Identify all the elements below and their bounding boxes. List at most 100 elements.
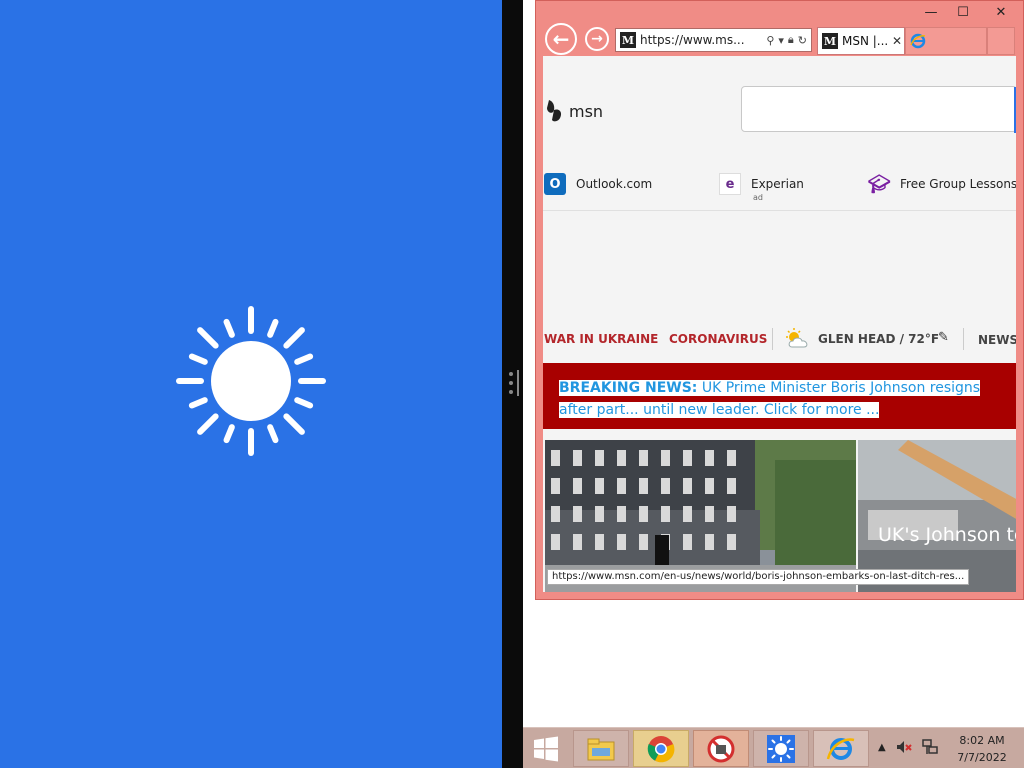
weather-app-icon [767,734,795,763]
sun-icon [176,306,326,456]
minimize-button[interactable]: — [915,1,947,23]
address-url[interactable]: https://www.ms... [640,33,766,47]
taskbar-weather-app[interactable] [753,730,809,767]
topic-weather[interactable]: GLEN HEAD / 72°F [818,332,939,346]
taskbar: ▲ 8:02 AM 7/7/2022 [523,727,1024,768]
search-button[interactable] [1014,87,1016,133]
new-tab-button[interactable] [905,27,987,55]
building-window [661,450,670,466]
msn-logo-text: msn [569,101,604,121]
clock-date: 7/7/2022 [957,751,1007,764]
topic-coronavirus[interactable]: CORONAVIRUS [669,332,767,346]
clock-time: 8:02 AM [959,734,1005,747]
web-page[interactable]: msn O Outlook.com e Experian ad 🎓︎ Free … [543,56,1016,592]
search-input[interactable] [741,86,1016,133]
taskbar-file-explorer[interactable] [573,730,629,767]
experian-icon: e [719,173,741,195]
sun-ray [294,397,314,409]
close-button[interactable]: ✕ [979,1,1023,23]
building-window [551,506,560,522]
building-window [705,450,714,466]
tab-label: MSN |... [842,34,889,48]
snap-divider[interactable] [502,0,523,768]
sun-ray [197,413,219,435]
divider [772,328,773,350]
breaking-news-banner[interactable]: BREAKING NEWS: UK Prime Minister Boris J… [543,363,1016,429]
sun-ray [283,413,305,435]
building-window [639,506,648,522]
topic-news[interactable]: NEWS [978,333,1016,347]
topics-bar: WAR IN UKRAINE CORONAVIRUS GLEN HEAD / 7… [543,326,1016,354]
building-window [595,506,604,522]
dropdown-icon[interactable]: ▾ [778,34,784,47]
maximize-button[interactable]: ☐ [947,1,979,23]
building-window [639,534,648,550]
building-window [617,534,626,550]
refresh-icon[interactable]: ↻ [798,34,807,47]
quicklink-experian[interactable]: e Experian [719,173,804,195]
outlook-icon: O [544,173,566,195]
file-explorer-icon [587,738,615,760]
tab-strip-space [987,27,1015,55]
back-button[interactable]: ← [545,23,577,55]
building-window [551,478,560,494]
grip-dot [509,390,513,394]
breaking-news-text[interactable]: BREAKING NEWS: UK Prime Minister Boris J… [559,380,981,418]
msn-header: msn [543,56,1016,166]
building-window [617,450,626,466]
quicklink-outlook[interactable]: O Outlook.com [544,173,652,195]
building-window [705,478,714,494]
quicklink-free-group-lessons[interactable]: 🎓︎ Free Group Lessons [868,173,1016,195]
ie-icon [910,33,926,49]
lock-icon[interactable]: 🔒︎ [788,33,794,47]
internet-explorer-icon [826,737,855,760]
building-window [639,450,648,466]
tab-msn[interactable]: M MSN |... ✕ [817,27,905,55]
sun-ray [294,353,314,365]
grip-dot [509,372,513,376]
building-window [573,450,582,466]
building-window [727,478,736,494]
building-window [617,478,626,494]
pencil-icon[interactable]: ✎ [938,330,949,345]
ad-badge: ad [753,193,763,202]
show-hidden-icons-icon[interactable]: ▲ [878,742,886,753]
address-bar[interactable]: M https://www.ms... ⚲ ▾ 🔒︎ ↻ [615,28,812,52]
building-window [661,478,670,494]
quicklinks-bar: O Outlook.com e Experian ad 🎓︎ Free Grou… [543,171,1016,211]
divider [963,328,964,350]
volume-muted-icon[interactable] [895,738,913,756]
window-controls: — ☐ ✕ [915,1,1023,23]
topic-war-in-ukraine[interactable]: WAR IN UKRAINE [544,332,658,346]
building-window [573,506,582,522]
building-window [595,534,604,550]
quicklink-label: Outlook.com [576,177,653,191]
building-window [727,450,736,466]
sun-ray [223,318,235,338]
building-window [683,478,692,494]
building-window [683,534,692,550]
msn-favicon-icon: M [822,33,838,49]
taskbar-internet-explorer[interactable] [813,730,869,767]
sun-ray [197,327,219,349]
weather-app-pane[interactable] [0,0,502,768]
back-arrow-icon: ← [552,27,570,51]
building-window [617,506,626,522]
msn-favicon-icon: M [620,32,636,48]
tab-close-icon[interactable]: ✕ [890,34,904,48]
screen: — ☐ ✕ ← → M https://www.ms... ⚲ ▾ 🔒︎ ↻ M… [0,0,1024,768]
building-window [595,450,604,466]
windows-start-icon[interactable] [533,736,559,762]
sun-ray [267,318,279,338]
grip-line [517,370,519,396]
sun-ray [188,353,208,365]
building-window [573,534,582,550]
taskbar-chrome[interactable] [633,730,689,767]
msn-logo[interactable]: msn [545,98,603,124]
search-icon[interactable]: ⚲ [766,34,774,47]
forward-button[interactable]: → [585,27,609,51]
network-icon[interactable] [921,738,939,756]
browser-window: — ☐ ✕ ← → M https://www.ms... ⚲ ▾ 🔒︎ ↻ M… [535,0,1024,600]
system-clock[interactable]: 8:02 AM 7/7/2022 [949,732,1015,766]
taskbar-blocked-app[interactable] [693,730,749,767]
